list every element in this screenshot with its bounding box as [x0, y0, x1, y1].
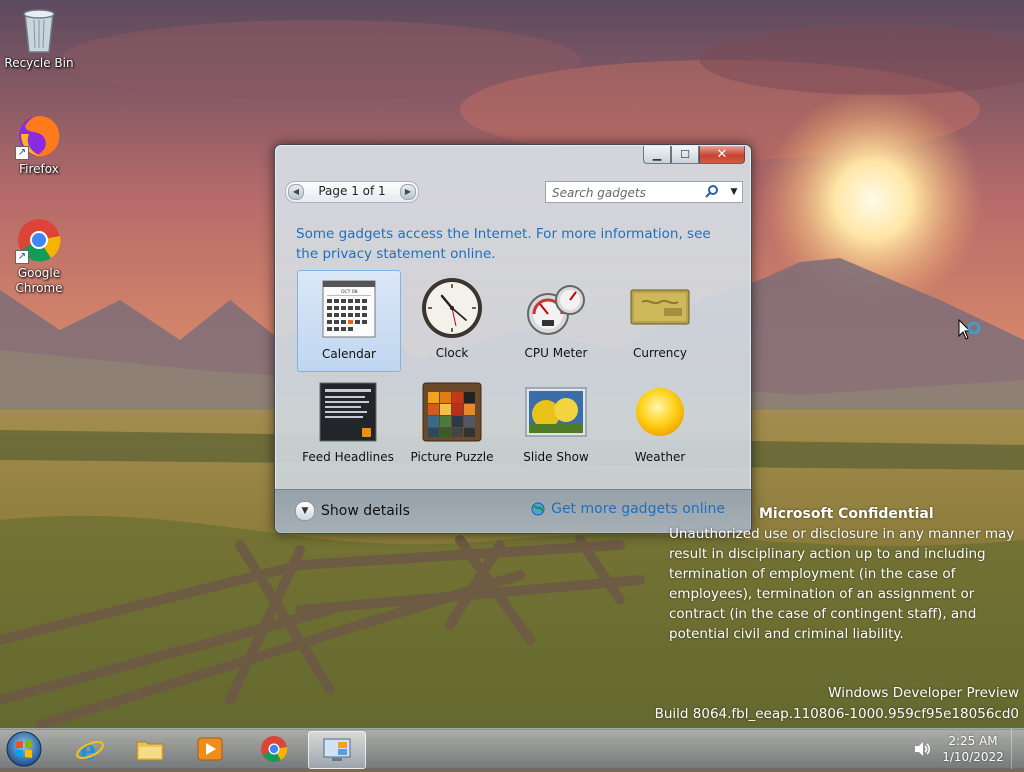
- gadget-label: Weather: [634, 450, 686, 464]
- taskbar: e 2:25 AM 1/10/2022: [0, 728, 1024, 769]
- show-desktop-button[interactable]: [1011, 729, 1024, 769]
- firefox-icon: ↗: [15, 112, 63, 160]
- clock-date: 1/10/2022: [942, 750, 1004, 764]
- chevron-down-icon: ▼: [295, 501, 315, 521]
- clock-icon: [420, 276, 484, 340]
- gadget-label: CPU Meter: [524, 346, 588, 360]
- calendar-icon: OCT 08: [317, 277, 381, 341]
- feed-headlines-icon: [316, 380, 380, 444]
- gadget-label: Calendar: [322, 347, 376, 361]
- start-button[interactable]: [4, 730, 44, 768]
- weather-icon: [628, 380, 692, 444]
- media-player-icon: [197, 737, 223, 761]
- page-label: Page 1 of 1: [318, 184, 386, 198]
- svg-text:e: e: [80, 736, 97, 764]
- picture-puzzle-icon: [420, 380, 484, 444]
- page-navigator: ◀ Page 1 of 1 ▶: [285, 181, 419, 203]
- taskbar-media-player[interactable]: [182, 731, 238, 767]
- globe-icon: [531, 502, 545, 516]
- gallery-toolbar: ◀ Page 1 of 1 ▶ ▼: [285, 181, 743, 203]
- maximize-button[interactable]: ☐: [671, 146, 699, 164]
- gadget-tile-picture-puzzle[interactable]: Picture Puzzle: [401, 374, 503, 474]
- gadget-tile-currency[interactable]: Currency: [609, 270, 711, 370]
- busy-cursor-icon: [958, 318, 984, 347]
- calendar-month-text: OCT 08: [341, 289, 358, 295]
- search-box: ▼: [545, 181, 743, 203]
- shortcut-arrow-icon: ↗: [15, 146, 29, 160]
- window-caption-buttons: ▁ ☐ ✕: [643, 146, 745, 164]
- close-button[interactable]: ✕: [699, 146, 745, 164]
- taskbar-file-explorer[interactable]: [122, 731, 178, 767]
- gadget-tile-feed-headlines[interactable]: Feed Headlines: [297, 374, 399, 474]
- gadget-tile-slide-show[interactable]: Slide Show: [505, 374, 607, 474]
- search-icon[interactable]: [704, 184, 720, 200]
- next-page-button[interactable]: ▶: [400, 184, 416, 200]
- show-details-button[interactable]: ▼ Show details: [295, 501, 410, 521]
- desktop-icon-label: Recycle Bin: [4, 56, 74, 70]
- currency-icon: [628, 276, 692, 340]
- desktop-icon-firefox[interactable]: ↗ Firefox: [1, 112, 77, 177]
- minimize-button[interactable]: ▁: [643, 146, 671, 164]
- gadget-label: Picture Puzzle: [410, 450, 494, 464]
- gadget-tile-weather[interactable]: Weather: [609, 374, 711, 474]
- shortcut-arrow-icon: ↗: [15, 250, 29, 264]
- desktop-icon-recycle-bin[interactable]: Recycle Bin: [1, 6, 77, 71]
- search-gadgets-input[interactable]: [550, 183, 704, 202]
- taskbar-internet-explorer[interactable]: e: [62, 731, 118, 767]
- desktop-icon-google-chrome[interactable]: ↗ Google Chrome: [1, 216, 77, 296]
- taskbar-gadgets[interactable]: [308, 731, 366, 769]
- build-info-line2: Build 8064.fbl_eeap.110806-1000.959cf95e…: [654, 706, 1019, 722]
- gadget-label: Slide Show: [523, 450, 589, 464]
- desktop-icon-label: Google Chrome: [15, 266, 63, 295]
- confidential-body: Unauthorized use or disclosure in any ma…: [669, 526, 1015, 642]
- gadget-tile-cpu-meter[interactable]: CPU Meter: [505, 270, 607, 370]
- gadget-label: Feed Headlines: [302, 450, 394, 464]
- privacy-notice-text[interactable]: Some gadgets access the Internet. For mo…: [296, 226, 711, 262]
- show-details-label: Show details: [321, 503, 410, 519]
- file-explorer-icon: [136, 741, 164, 761]
- confidential-watermark: Microsoft Confidential Unauthorized use …: [669, 504, 1019, 644]
- gadgets-icon: [323, 738, 351, 761]
- gadget-label: Clock: [435, 346, 469, 360]
- gadget-tile-calendar[interactable]: OCT 08 Calendar: [297, 270, 401, 372]
- gadget-tile-clock[interactable]: Clock: [401, 270, 503, 370]
- desktop-icon-label: Firefox: [19, 162, 59, 176]
- internet-explorer-icon: e: [76, 736, 104, 764]
- confidential-title: Microsoft Confidential: [759, 506, 934, 522]
- slide-show-icon: [524, 380, 588, 444]
- gadget-gallery-window: ▁ ☐ ✕ ◀ Page 1 of 1 ▶ ▼ Some gadgets acc…: [274, 144, 752, 534]
- gadget-label: Currency: [632, 346, 688, 360]
- volume-icon[interactable]: [913, 741, 931, 757]
- build-info-line1: Windows Developer Preview: [828, 685, 1019, 701]
- previous-page-button[interactable]: ◀: [288, 184, 304, 200]
- chrome-icon: [261, 736, 288, 762]
- clock-time: 2:25 AM: [948, 734, 998, 748]
- privacy-notice-link[interactable]: Some gadgets access the Internet. For mo…: [296, 224, 716, 264]
- chrome-icon: ↗: [15, 216, 63, 264]
- build-info: Windows Developer Preview Build 8064.fbl…: [655, 683, 1019, 725]
- taskbar-chrome[interactable]: [246, 731, 302, 767]
- recycle-bin-icon: [15, 6, 63, 54]
- taskbar-clock[interactable]: 2:25 AM 1/10/2022: [940, 733, 1006, 765]
- cpu-meter-icon: [524, 276, 588, 340]
- search-dropdown-button[interactable]: ▼: [726, 182, 742, 202]
